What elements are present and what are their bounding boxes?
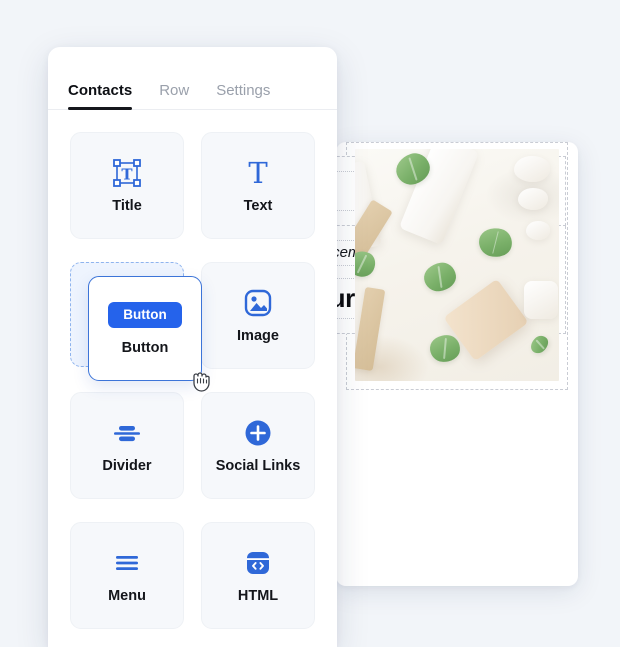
block-card-text[interactable]: T Text <box>201 132 315 239</box>
block-label-divider: Divider <box>102 457 152 474</box>
button-pill-icon: Button <box>108 302 182 328</box>
html-code-icon <box>247 551 269 574</box>
content-blocks-panel: Contacts Row Settings T Title T Text But… <box>48 47 337 647</box>
block-card-divider[interactable]: Divider <box>70 392 184 499</box>
block-label-menu: Menu <box>108 587 146 604</box>
title-frame-icon: T <box>113 158 141 187</box>
dragged-button-card[interactable]: Button Button <box>88 276 210 392</box>
divider-icon <box>114 425 140 441</box>
block-label-title: Title <box>112 197 142 214</box>
email-preview-panel[interactable]: PRATA Have an announcement to make? Shar… <box>336 142 578 586</box>
block-label-social-links: Social Links <box>215 457 301 474</box>
image-photo-icon <box>244 289 272 316</box>
social-plus-icon <box>245 420 271 446</box>
block-label-text: Text <box>243 197 273 214</box>
block-label-html: HTML <box>237 587 279 604</box>
tab-row[interactable]: Row <box>159 83 189 109</box>
text-t-icon: T <box>248 158 268 188</box>
preview-product-photo <box>355 149 559 381</box>
panel-tabs: Contacts Row Settings <box>48 47 337 110</box>
block-card-html[interactable]: HTML <box>201 522 315 629</box>
block-label-image: Image <box>237 327 279 344</box>
grabbing-hand-cursor <box>193 372 210 392</box>
block-card-menu[interactable]: Menu <box>70 522 184 629</box>
svg-text:T: T <box>248 158 268 188</box>
blocks-grid: T Title T Text Button Button Image Divid… <box>48 110 337 647</box>
svg-text:T: T <box>121 165 133 183</box>
block-card-social-links[interactable]: Social Links <box>201 392 315 499</box>
block-card-button-dragging[interactable]: Button Button <box>70 262 210 392</box>
tab-contacts[interactable]: Contacts <box>68 83 133 110</box>
block-label-button: Button <box>121 339 169 356</box>
tab-settings[interactable]: Settings <box>216 83 270 109</box>
block-card-image[interactable]: Image <box>201 262 315 369</box>
block-card-title[interactable]: T Title <box>70 132 184 239</box>
preview-image-block[interactable] <box>346 142 568 390</box>
menu-lines-icon <box>116 555 138 570</box>
